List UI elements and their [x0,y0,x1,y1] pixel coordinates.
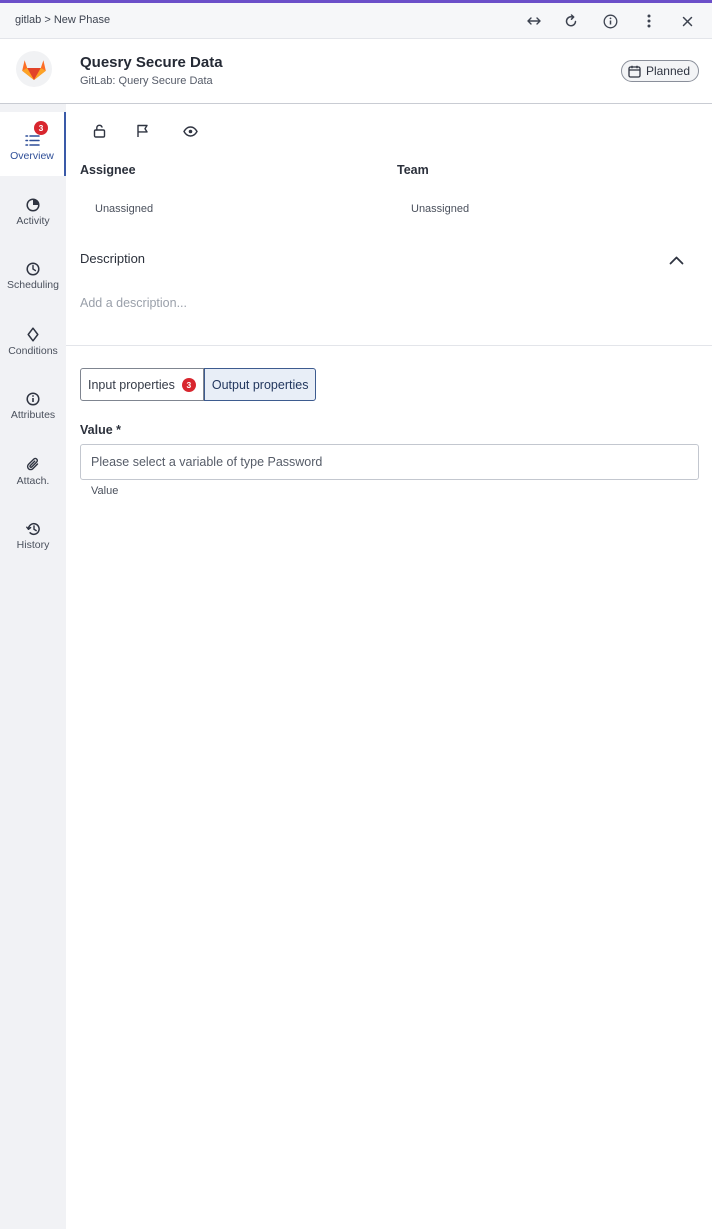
sidebar-item-overview[interactable]: Overview 3 [0,112,66,176]
flag-icon[interactable] [131,120,153,142]
assignee-label: Assignee [80,163,136,177]
lock-open-icon[interactable] [88,120,110,142]
main-panel: Assignee Unassigned Team Unassigned Desc… [66,104,712,1229]
close-icon[interactable] [677,11,697,31]
sidebar-item-activity[interactable]: Activity [0,176,66,240]
calendar-icon [628,65,641,78]
description-placeholder[interactable]: Add a description... [80,296,187,310]
eye-icon[interactable] [179,120,201,142]
team-value[interactable]: Unassigned [411,203,469,215]
sidebar-item-label: Conditions [8,345,58,357]
tab-label: Input properties [88,377,175,392]
list-icon [24,135,40,146]
status-badge[interactable]: Planned [620,60,699,82]
status-label: Planned [645,64,690,78]
sidebar-item-label: Attach. [16,475,50,487]
sidebar-item-conditions[interactable]: Conditions [0,305,66,369]
value-field-label: Value * [80,423,121,437]
sidebar-item-history[interactable]: History [0,500,66,564]
sidebar-item-label: Overview [10,150,54,162]
sidebar-item-scheduling[interactable]: Scheduling [0,240,66,304]
tab-label: Output properties [211,377,309,392]
task-header: Quesry Secure Data GitLab: Query Secure … [0,39,712,104]
sidebar-item-label: Attributes [10,409,56,421]
refresh-icon[interactable] [561,11,581,31]
pie-icon [26,198,40,212]
paperclip-icon [26,457,39,471]
page-subtitle: GitLab: Query Secure Data [80,75,213,87]
sidebar-item-label: History [16,539,50,551]
breadcrumb: gitlab > New Phase [15,14,111,26]
input-properties-count-badge: 3 [181,377,196,392]
gitlab-logo-icon [16,51,52,87]
tab-output-properties[interactable]: Output properties [203,368,317,401]
sidebar: Overview 3 Activity Scheduling Condition… [0,104,66,1229]
sidebar-item-attachments[interactable]: Attach. [0,435,66,499]
properties-tabs: Input properties 3 Output properties [80,368,317,401]
clock-icon [26,262,40,276]
section-divider [66,345,712,346]
chevron-up-icon[interactable] [665,249,687,271]
expand-horizontal-icon[interactable] [524,11,544,31]
overview-count-badge: 3 [34,121,48,135]
sidebar-item-label: Activity [16,215,50,227]
value-variable-input[interactable] [80,444,699,480]
window-topbar: gitlab > New Phase [0,3,712,39]
team-label: Team [397,163,429,177]
assignee-value[interactable]: Unassigned [95,203,153,215]
more-vertical-icon[interactable] [639,11,659,31]
info-icon [26,392,40,406]
value-helper-text: Value [91,485,119,497]
page-title: Quesry Secure Data [80,54,223,71]
diamond-icon [27,327,39,342]
info-icon[interactable] [600,11,620,31]
sidebar-item-label: Scheduling [7,279,59,291]
tab-input-properties[interactable]: Input properties 3 [80,368,204,401]
sidebar-item-attributes[interactable]: Attributes [0,370,66,434]
description-label: Description [80,251,146,266]
history-icon [25,523,40,536]
